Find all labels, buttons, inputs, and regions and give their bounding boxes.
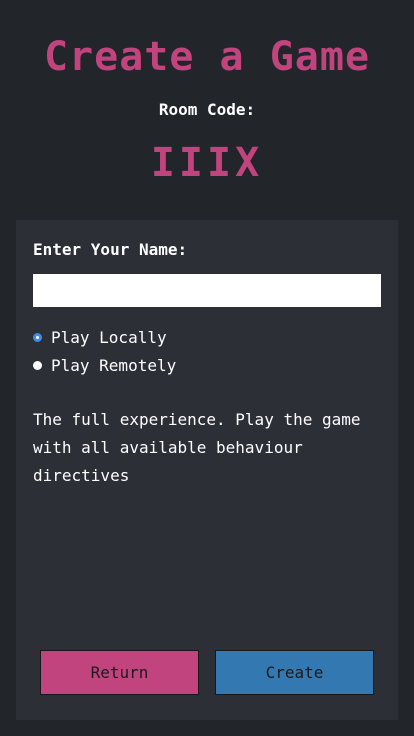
name-input[interactable] bbox=[33, 274, 381, 307]
room-code-label: Room Code: bbox=[158, 100, 256, 119]
mode-description: The full experience. Play the game with … bbox=[33, 410, 361, 485]
create-game-screen: Create a Game Room Code: IIIX Enter Your… bbox=[0, 0, 414, 736]
play-remotely-label: Play Remotely bbox=[51, 356, 177, 375]
create-button[interactable]: Create bbox=[215, 650, 374, 695]
return-button[interactable]: Return bbox=[40, 650, 199, 695]
play-remotely-radio[interactable] bbox=[33, 361, 42, 370]
page-title: Create a Game bbox=[43, 34, 371, 80]
room-code: IIIX bbox=[150, 140, 264, 186]
name-label: Enter Your Name: bbox=[33, 240, 188, 259]
play-locally-radio[interactable] bbox=[33, 333, 42, 342]
play-locally-label: Play Locally bbox=[51, 328, 167, 347]
play-locally-option[interactable]: Play Locally bbox=[33, 328, 167, 347]
create-game-panel: Enter Your Name: Play Locally Play Remot… bbox=[16, 220, 398, 720]
play-remotely-option[interactable]: Play Remotely bbox=[33, 356, 176, 375]
